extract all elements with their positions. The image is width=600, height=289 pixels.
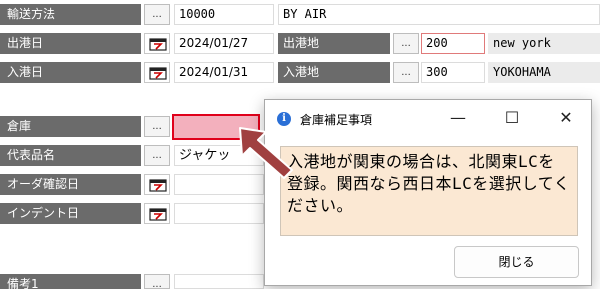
label-departure-port: 出港地 — [278, 33, 390, 54]
lookup-button-transport[interactable]: ... — [144, 4, 170, 25]
lookup-button-arrival-port[interactable]: ... — [393, 62, 419, 83]
departure-port-name-field: new york — [488, 33, 600, 54]
arrival-calendar-button[interactable] — [144, 62, 170, 83]
label-warehouse: 倉庫 — [0, 116, 141, 137]
maximize-button[interactable]: ☐ — [489, 104, 535, 132]
label-transport-method: 輸送方法 — [0, 4, 141, 25]
arrival-port-code-field[interactable]: 300 — [421, 62, 485, 83]
label-indent-date: インデント日 — [0, 203, 141, 224]
label-representative-item: 代表品名 — [0, 145, 141, 166]
lookup-button-departure-port[interactable]: ... — [393, 33, 419, 54]
arrow-icon — [239, 127, 293, 179]
indent-date-field[interactable] — [174, 203, 264, 224]
arrival-date-field[interactable]: 2024/01/31 — [174, 62, 274, 83]
close-dialog-button[interactable]: 閉じる — [454, 246, 579, 278]
dialog-titlebar[interactable]: i 倉庫補足事項 — ☐ ✕ — [265, 100, 591, 136]
calendar-icon — [149, 208, 167, 221]
label-arrival-date: 入港日 — [0, 62, 141, 83]
label-order-confirm-date: オーダ確認日 — [0, 174, 141, 195]
dialog-message: 入港地が関東の場合は、北関東LCを登録。関西なら西日本LCを選択してください。 — [280, 146, 578, 236]
label-arrival-port: 入港地 — [278, 62, 390, 83]
close-window-button[interactable]: ✕ — [543, 104, 589, 132]
calendar-icon — [149, 179, 167, 192]
transport-code-field[interactable]: 10000 — [174, 4, 274, 25]
label-remarks-1: 備考1 — [0, 274, 141, 289]
transport-name-field: BY AIR — [278, 4, 600, 25]
calendar-icon — [149, 38, 167, 51]
lookup-button-warehouse[interactable]: ... — [144, 116, 170, 137]
lookup-button-item[interactable]: ... — [144, 145, 170, 166]
order-confirm-calendar-button[interactable] — [144, 174, 170, 195]
arrival-port-name-field: YOKOHAMA — [488, 62, 600, 83]
lookup-button-remarks[interactable]: ... — [144, 274, 170, 289]
departure-calendar-button[interactable] — [144, 33, 170, 54]
departure-date-field[interactable]: 2024/01/27 — [174, 33, 274, 54]
indent-calendar-button[interactable] — [144, 203, 170, 224]
dialog-title: 倉庫補足事項 — [300, 113, 373, 127]
departure-port-code-field[interactable]: 200 — [421, 33, 485, 54]
calendar-icon — [149, 67, 167, 80]
remarks-1-field[interactable] — [174, 274, 264, 289]
warehouse-note-dialog: i 倉庫補足事項 — ☐ ✕ 入港地が関東の場合は、北関東LCを登録。関西なら西… — [264, 99, 592, 286]
label-departure-date: 出港日 — [0, 33, 141, 54]
minimize-button[interactable]: — — [435, 104, 481, 132]
